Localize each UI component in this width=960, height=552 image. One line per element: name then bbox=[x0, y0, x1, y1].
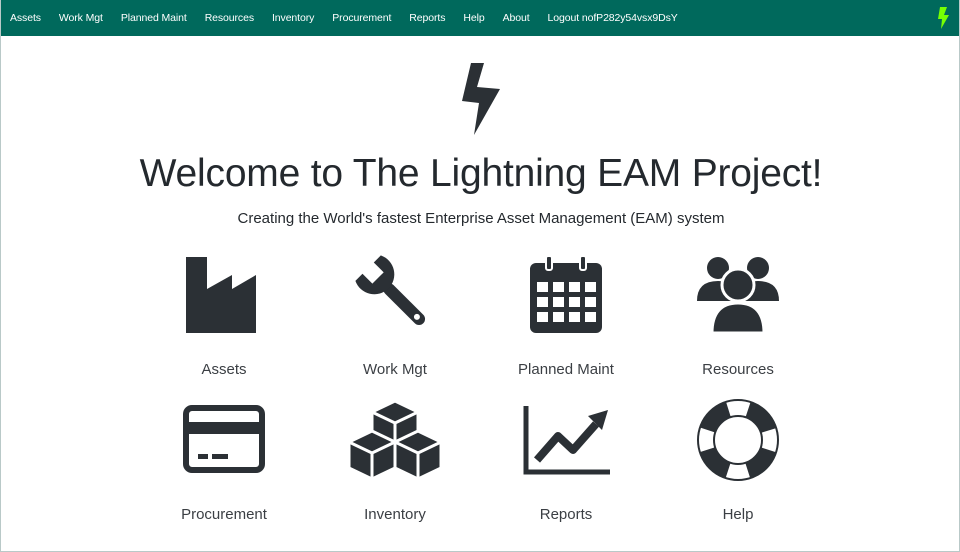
tile-work-mgt[interactable]: Work Mgt bbox=[320, 253, 470, 378]
calendar-icon bbox=[530, 255, 602, 333]
nav-inventory[interactable]: Inventory bbox=[272, 12, 314, 24]
nav-logout[interactable]: Logout nofP282y54vsx9DsY bbox=[548, 12, 678, 24]
tile-reports[interactable]: Reports bbox=[491, 398, 641, 523]
wrench-icon bbox=[355, 255, 426, 326]
tile-planned-maint[interactable]: Planned Maint bbox=[491, 253, 641, 378]
lightning-logo-icon bbox=[462, 63, 500, 135]
tile-assets[interactable]: Assets bbox=[149, 253, 299, 378]
tile-label: Planned Maint bbox=[518, 361, 614, 378]
page-title: Welcome to The Lightning EAM Project! bbox=[139, 152, 823, 195]
top-navbar: Assets Work Mgt Planned Maint Resources … bbox=[1, 0, 959, 36]
nav-about[interactable]: About bbox=[503, 12, 530, 24]
tile-resources[interactable]: Resources bbox=[663, 253, 813, 378]
tile-label: Help bbox=[722, 506, 754, 523]
tile-label: Assets bbox=[201, 361, 247, 378]
tile-help[interactable]: Help bbox=[663, 398, 813, 523]
tile-label: Inventory bbox=[364, 506, 426, 523]
tile-label: Procurement bbox=[181, 506, 267, 523]
tile-label: Work Mgt bbox=[363, 361, 427, 378]
factory-icon bbox=[186, 257, 256, 333]
tile-inventory[interactable]: Inventory bbox=[320, 398, 470, 523]
nav-work-mgt[interactable]: Work Mgt bbox=[59, 12, 103, 24]
tile-label: Resources bbox=[702, 361, 774, 378]
nav-reports[interactable]: Reports bbox=[409, 12, 445, 24]
life-ring-icon bbox=[697, 399, 779, 481]
nav-planned-maint[interactable]: Planned Maint bbox=[121, 12, 187, 24]
nav-assets[interactable]: Assets bbox=[10, 12, 41, 24]
cubes-icon bbox=[347, 399, 443, 481]
tile-procurement[interactable]: Procurement bbox=[149, 398, 299, 523]
lightning-bolt-icon[interactable] bbox=[937, 7, 949, 29]
users-icon bbox=[697, 257, 779, 335]
nav-procurement[interactable]: Procurement bbox=[332, 12, 391, 24]
page-subtitle: Creating the World's fastest Enterprise … bbox=[237, 210, 725, 227]
nav-resources[interactable]: Resources bbox=[205, 12, 254, 24]
credit-card-icon bbox=[183, 405, 265, 473]
tile-label: Reports bbox=[539, 506, 593, 523]
nav-help[interactable]: Help bbox=[463, 12, 484, 24]
line-chart-icon bbox=[523, 406, 610, 475]
app-window: Assets Work Mgt Planned Maint Resources … bbox=[0, 0, 960, 552]
